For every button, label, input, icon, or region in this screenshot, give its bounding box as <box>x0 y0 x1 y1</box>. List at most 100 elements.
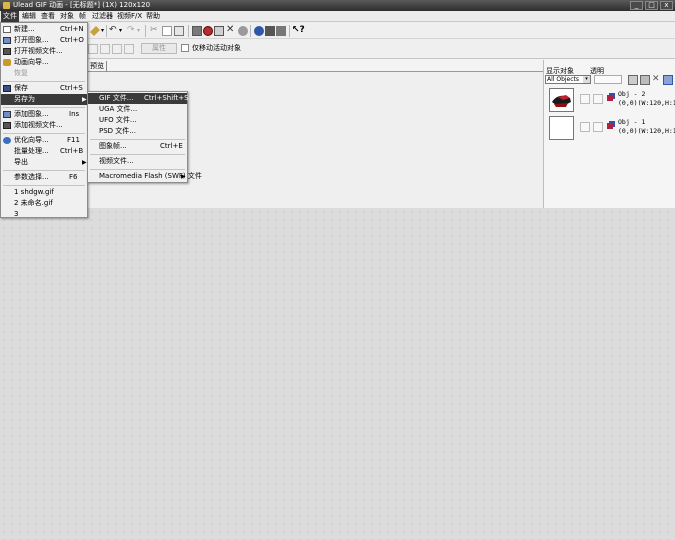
object-row[interactable]: Obj - 2 (0,0)(W:120,H:120 <box>548 87 675 113</box>
menu-item-add-video[interactable]: 添加视频文件... <box>1 120 87 131</box>
duplicate-object-icon[interactable] <box>640 75 650 85</box>
menu-item-label: 优化向导... <box>14 136 49 144</box>
menu-item-save-as[interactable]: 另存为 ▶ <box>1 94 87 105</box>
menu-item-recent-1[interactable]: 1 shdgw.gif <box>1 187 87 198</box>
object-name: Obj - 1 <box>618 118 646 126</box>
object-manager-panel: 显示对象 透明 All Objects ▾ ✕ Obj - 2 (0,0)(W:… <box>543 60 675 208</box>
menu-item-video-file[interactable]: 视频文件... <box>88 156 187 167</box>
object-icon[interactable] <box>238 26 248 36</box>
wizard-icon <box>3 59 11 66</box>
object-row[interactable]: Obj - 1 (0,0)(W:120,H:120 <box>548 115 675 141</box>
property-button[interactable]: 属性 <box>141 43 177 54</box>
optimize-icon <box>3 137 11 144</box>
delete-object-icon[interactable]: ✕ <box>652 74 662 84</box>
menu-view[interactable]: 查看 <box>39 11 57 22</box>
menu-item-animation-wizard[interactable]: 动画向导... <box>1 57 87 68</box>
menu-item-preferences[interactable]: 参数选择... F6 <box>1 172 87 183</box>
align-icon[interactable] <box>100 44 110 54</box>
menu-item-open-video[interactable]: 打开视频文件... <box>1 46 87 57</box>
copy-icon[interactable] <box>162 26 172 36</box>
maximize-button[interactable]: □ <box>645 1 658 10</box>
new-object-icon[interactable] <box>628 75 638 85</box>
menu-item-image-frames[interactable]: 图象帧... Ctrl+E <box>88 141 187 152</box>
open-video-icon <box>3 48 11 55</box>
menu-item-gif-file[interactable]: GIF 文件... Ctrl+Shift+S <box>88 93 189 104</box>
menu-item-recent-3[interactable]: 3 <box>1 209 87 218</box>
align-icon[interactable] <box>124 44 134 54</box>
show-object-checkbox[interactable] <box>580 122 590 132</box>
menu-item-label: 添加视频文件... <box>14 121 63 129</box>
submenu-arrow-icon: ▶ <box>181 173 186 180</box>
menu-item-add-image[interactable]: 添加图象... Ins <box>1 109 87 120</box>
menu-item-batch[interactable]: 批量处理... Ctrl+B <box>1 146 87 157</box>
menu-item-shortcut: Ctrl+N <box>60 25 84 33</box>
cut-icon[interactable]: ✂ <box>150 25 160 35</box>
transparency-input[interactable] <box>594 75 622 84</box>
menu-item-revert[interactable]: 恢复 <box>1 68 87 79</box>
menu-frame[interactable]: 帧 <box>77 11 88 22</box>
menu-item-save[interactable]: 保存 Ctrl+S <box>1 83 87 94</box>
tab-preview[interactable]: 预览 <box>88 61 107 72</box>
add-video-icon <box>3 122 11 129</box>
show-objects-select[interactable]: All Objects ▾ <box>545 75 591 84</box>
menu-item-label: 1 shdgw.gif <box>14 188 54 196</box>
close-button[interactable]: x <box>660 1 673 10</box>
lock-object-checkbox[interactable] <box>593 122 603 132</box>
lock-object-checkbox[interactable] <box>593 94 603 104</box>
menu-bar: 文件 编辑 查看 对象 帧 过滤器 视频F/X 帮助 <box>0 11 675 22</box>
menu-edit[interactable]: 编辑 <box>20 11 38 22</box>
align-icon[interactable] <box>112 44 122 54</box>
menu-item-new[interactable]: 新建... Ctrl+N <box>1 24 87 35</box>
menu-file[interactable]: 文件 <box>1 11 19 22</box>
stop-icon[interactable] <box>203 26 213 36</box>
align-icon[interactable] <box>88 44 98 54</box>
menu-separator <box>90 154 185 155</box>
frame-icon[interactable] <box>192 26 202 36</box>
menu-item-label: Macromedia Flash (SWF) 文件 <box>99 172 202 180</box>
menu-item-label: 3 <box>14 210 19 218</box>
layout-icon[interactable] <box>276 26 286 36</box>
new-file-icon <box>3 26 11 33</box>
menu-item-label: 视频文件... <box>99 157 134 165</box>
object-thumbnail <box>549 88 574 112</box>
menu-video-fx[interactable]: 视频F/X <box>115 11 144 22</box>
menu-separator <box>3 185 85 186</box>
menu-item-recent-2[interactable]: 2 未命名.gif <box>1 198 87 209</box>
menu-item-psd-file[interactable]: PSD 文件... <box>88 126 187 137</box>
menu-item-label: 导出 <box>14 158 28 166</box>
menu-item-flash-swf[interactable]: Macromedia Flash (SWF) 文件 ▶ <box>88 171 202 182</box>
object-properties-icon[interactable] <box>663 75 673 85</box>
menu-item-ufo-file[interactable]: UFO 文件... <box>88 115 187 126</box>
object-name: Obj - 2 <box>618 90 646 98</box>
menu-item-optimize-wizard[interactable]: 优化向导... F11 <box>1 135 87 146</box>
menu-item-label: 新建... <box>14 25 35 33</box>
menu-item-label: 打开图象... <box>14 36 49 44</box>
undo-icon[interactable]: ↶ <box>109 25 119 35</box>
menu-help[interactable]: 帮助 <box>144 11 162 22</box>
menu-filter[interactable]: 过滤器 <box>90 11 115 22</box>
menu-separator <box>3 107 85 108</box>
paint-icon[interactable] <box>90 26 100 36</box>
show-object-checkbox[interactable] <box>580 94 590 104</box>
delete-icon[interactable]: ✕ <box>226 25 236 35</box>
menu-item-label: 恢复 <box>14 69 28 77</box>
globe-icon[interactable] <box>254 26 264 36</box>
move-active-only-checkbox[interactable] <box>181 44 189 52</box>
submenu-arrow-icon: ▶ <box>82 96 87 103</box>
grid-icon[interactable] <box>265 26 275 36</box>
minimize-button[interactable]: _ <box>630 1 643 10</box>
redo-icon[interactable]: ↷ <box>127 25 137 35</box>
menu-item-shortcut: Ctrl+Shift+S <box>144 94 189 102</box>
menu-item-shortcut: Ctrl+B <box>60 147 84 155</box>
menu-item-export[interactable]: 导出 ▶ <box>1 157 87 168</box>
paste-icon[interactable] <box>174 26 184 36</box>
chevron-down-icon[interactable]: ▾ <box>583 76 590 83</box>
menu-item-uga-file[interactable]: UGA 文件... <box>88 104 187 115</box>
menu-item-open-image[interactable]: 打开图象... Ctrl+O <box>1 35 87 46</box>
help-icon[interactable]: ↖? <box>292 25 305 35</box>
move-active-only-label: 仅移动活动对象 <box>192 44 241 52</box>
menu-object[interactable]: 对象 <box>58 11 76 22</box>
save-icon <box>3 85 11 92</box>
window-title: Ulead GIF 动画 - [无标题*] (1X) 120x120 <box>13 1 151 9</box>
add-frame-icon[interactable] <box>214 26 224 36</box>
